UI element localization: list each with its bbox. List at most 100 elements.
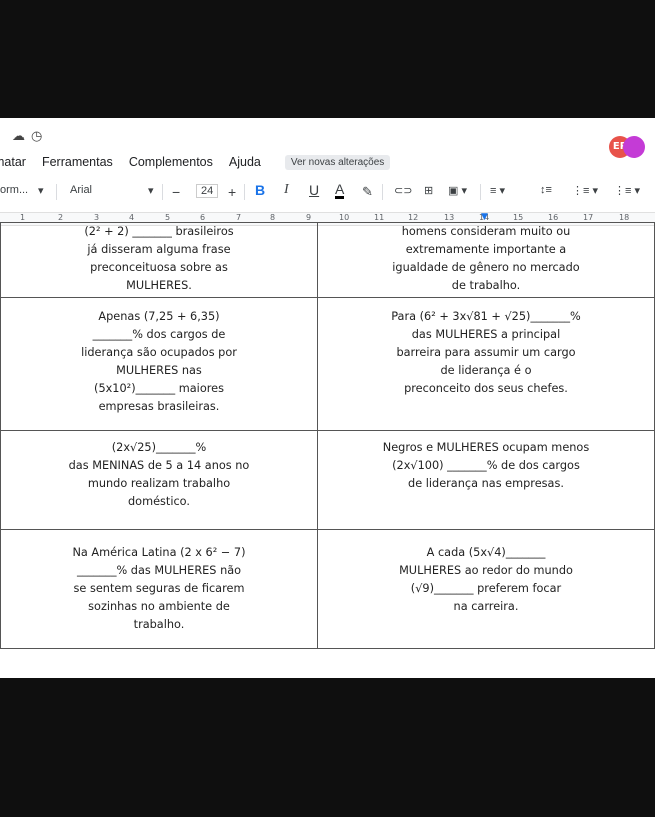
cell-text: Apenas (7,25 + 6,35) — [98, 310, 220, 323]
table-row: Apenas (7,25 + 6,35) _______% dos cargos… — [0, 297, 655, 431]
menu-formatar[interactable]: matar — [0, 155, 26, 169]
cell-text: preconceituosa sobre as — [90, 261, 228, 274]
divider — [480, 184, 481, 200]
cell-text: Para (6² + 3x√81 + √25)_______% — [391, 310, 581, 323]
align-icon[interactable]: ≡ ▾ — [490, 184, 505, 197]
cell-text: A cada (5x√4)_______ — [426, 546, 546, 559]
ruler-tick: 18 — [619, 213, 630, 222]
cell-text: Na América Latina (2 x 6² − 7) — [72, 546, 246, 559]
cell-text: homens consideram muito ou — [401, 225, 571, 238]
ruler-tick: 3 — [94, 213, 100, 222]
ruler-tick: 11 — [374, 213, 385, 222]
image-icon[interactable]: ▣ ▾ — [448, 184, 467, 197]
cell-text: (2x√25)_______% — [111, 441, 207, 454]
ruler-tick: 13 — [444, 213, 455, 222]
ruler-tick: 15 — [513, 213, 524, 222]
ruler-tick: 4 — [129, 213, 135, 222]
decrease-size-button[interactable]: − — [172, 184, 180, 200]
underline-button[interactable]: U — [309, 182, 319, 198]
cell-text: de liderança é o — [440, 364, 532, 377]
table-row: Na América Latina (2 x 6² − 7) _______% … — [0, 529, 655, 649]
avatar-second-icon — [623, 136, 645, 158]
cell-text: das MENINAS de 5 a 14 anos no — [68, 459, 250, 472]
cloud-icon[interactable]: ☁ — [12, 129, 25, 144]
cell-text: MULHERES. — [126, 279, 192, 292]
table-cell[interactable]: homens consideram muito ou extremamente … — [317, 222, 655, 298]
cell-text: doméstico. — [127, 495, 190, 508]
table-row: (2x√25)_______% das MENINAS de 5 a 14 an… — [0, 430, 655, 530]
indent-marker-icon[interactable]: ▼ — [481, 212, 488, 222]
ruler-tick: 16 — [548, 213, 559, 222]
clock-icon[interactable]: ◷ — [31, 129, 42, 144]
bullets-icon[interactable]: ⋮≡ ▾ — [614, 184, 640, 197]
increase-size-button[interactable]: + — [228, 184, 236, 200]
ruler-tick: 9 — [306, 213, 312, 222]
menu-ferramentas[interactable]: Ferramentas — [42, 155, 113, 169]
ruler-tick: 5 — [165, 213, 171, 222]
table-cell[interactable]: A cada (5x√4)_______ MULHERES ao redor d… — [317, 529, 655, 649]
cell-text: das MULHERES a principal — [411, 328, 561, 341]
docs-window: ☁ ◷ matar Ferramentas Complementos Ajuda… — [0, 118, 655, 678]
ruler-tick: 1 — [20, 213, 26, 222]
cell-text: (√9)_______ preferem focar — [410, 582, 562, 595]
ruler-tick: 8 — [270, 213, 276, 222]
cell-text: MULHERES ao redor do mundo — [399, 564, 573, 577]
ruler-tick: 6 — [200, 213, 206, 222]
menu-ajuda[interactable]: Ajuda — [229, 155, 261, 169]
link-icon[interactable]: ⊂⊃ — [394, 184, 412, 197]
cell-text: MULHERES nas — [116, 364, 202, 377]
table-cell[interactable]: (2x√25)_______% das MENINAS de 5 a 14 an… — [0, 430, 318, 530]
cell-text: trabalho. — [133, 618, 185, 631]
highlight-icon[interactable]: ✎ — [362, 184, 373, 200]
style-select[interactable]: orm... — [0, 184, 28, 196]
checklist-icon[interactable]: ⋮≡ ▾ — [572, 184, 598, 197]
changes-notice[interactable]: Ver novas alterações — [284, 154, 391, 170]
font-select[interactable]: Arial — [70, 184, 92, 196]
table-cell[interactable]: (2² + 2) _______ brasileiros já disseram… — [0, 222, 318, 298]
menu-bar: matar Ferramentas Complementos Ajuda Ver… — [0, 152, 391, 172]
divider — [162, 184, 163, 200]
line-spacing-icon[interactable]: ↕≡ — [540, 184, 552, 196]
cell-text: (2² + 2) _______ brasileiros — [84, 225, 234, 238]
table-row: (2² + 2) _______ brasileiros já disseram… — [0, 222, 655, 298]
menu-complementos[interactable]: Complementos — [129, 155, 213, 169]
cell-text: Negros e MULHERES ocupam menos — [382, 441, 590, 454]
cell-text: preconceito dos seus chefes. — [404, 382, 568, 395]
cell-text: (5x10²)_______ maiores — [94, 382, 224, 395]
cell-text: _______% dos cargos de — [92, 328, 226, 341]
cell-text: _______% das MULHERES não — [76, 564, 242, 577]
cell-text: de trabalho. — [451, 279, 521, 292]
cell-text: liderança são ocupados por — [81, 346, 237, 359]
text-color-button[interactable]: A — [335, 182, 345, 199]
chevron-down-icon[interactable]: ▾ — [148, 184, 154, 197]
top-icons: ☁ ◷ — [12, 126, 42, 146]
cell-text: na carreira. — [453, 600, 519, 613]
document-table: (2² + 2) _______ brasileiros já disseram… — [0, 222, 655, 649]
user-avatar[interactable]: EP — [609, 136, 645, 158]
table-cell[interactable]: Apenas (7,25 + 6,35) _______% dos cargos… — [0, 297, 318, 431]
cell-text: mundo realizam trabalho — [87, 477, 231, 490]
cell-text: extremamente importante a — [405, 243, 567, 256]
cell-text: se sentem seguras de ficarem — [73, 582, 245, 595]
font-size-input[interactable]: 24 — [196, 184, 219, 198]
cell-text: (2x√100) _______% de dos cargos — [392, 459, 580, 472]
bold-button[interactable]: B — [255, 182, 265, 198]
ruler-tick: 2 — [58, 213, 64, 222]
cell-text: de liderança nas empresas. — [408, 477, 564, 490]
ruler-tick: 17 — [583, 213, 594, 222]
divider — [56, 184, 57, 200]
ruler-tick: 7 — [236, 213, 242, 222]
divider — [382, 184, 383, 200]
table-cell[interactable]: Para (6² + 3x√81 + √25)_______% das MULH… — [317, 297, 655, 431]
table-cell[interactable]: Na América Latina (2 x 6² − 7) _______% … — [0, 529, 318, 649]
italic-button[interactable]: I — [284, 182, 289, 198]
table-cell[interactable]: Negros e MULHERES ocupam menos (2x√100) … — [317, 430, 655, 530]
cell-text: igualdade de gênero no mercado — [392, 261, 580, 274]
cell-text: já disseram alguma frase — [87, 243, 231, 256]
cell-text: sozinhas no ambiente de — [88, 600, 230, 613]
comment-icon[interactable]: ⊞ — [424, 184, 433, 197]
cell-text: empresas brasileiras. — [98, 400, 220, 413]
divider — [244, 184, 245, 200]
toolbar: orm... ▾ Arial ▾ − 24 + B I U A ✎ ⊂⊃ ⊞ ▣… — [0, 178, 655, 206]
chevron-down-icon[interactable]: ▾ — [38, 184, 44, 197]
